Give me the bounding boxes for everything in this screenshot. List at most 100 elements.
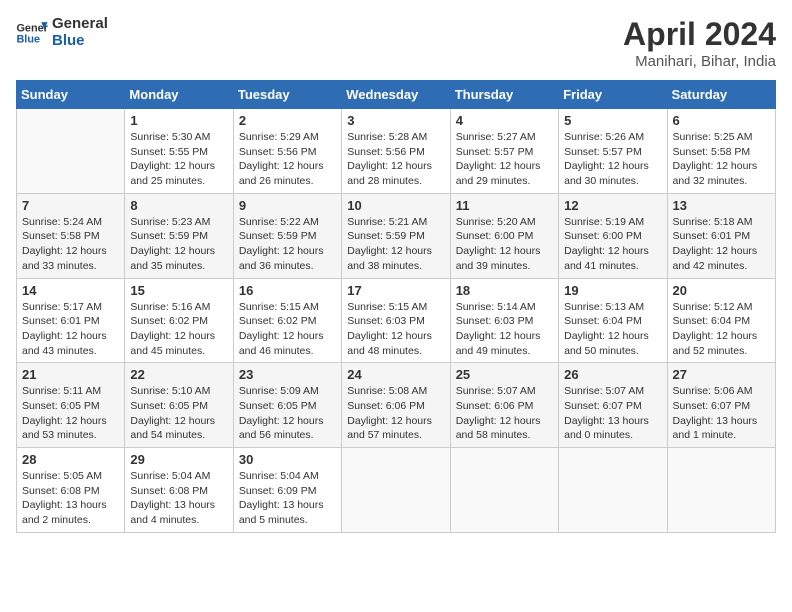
- day-number: 20: [673, 283, 770, 298]
- day-info: Sunrise: 5:19 AM Sunset: 6:00 PM Dayligh…: [564, 215, 661, 274]
- day-info: Sunrise: 5:15 AM Sunset: 6:02 PM Dayligh…: [239, 300, 336, 359]
- day-number: 26: [564, 367, 661, 382]
- weekday-header-friday: Friday: [559, 81, 667, 109]
- calendar-cell: 17 Sunrise: 5:15 AM Sunset: 6:03 PM Dayli…: [342, 278, 450, 363]
- weekday-header-sunday: Sunday: [17, 81, 125, 109]
- calendar-cell: 22 Sunrise: 5:10 AM Sunset: 6:05 PM Dayli…: [125, 363, 233, 448]
- day-info: Sunrise: 5:17 AM Sunset: 6:01 PM Dayligh…: [22, 300, 119, 359]
- day-number: 21: [22, 367, 119, 382]
- day-info: Sunrise: 5:04 AM Sunset: 6:09 PM Dayligh…: [239, 469, 336, 528]
- calendar-cell: 9 Sunrise: 5:22 AM Sunset: 5:59 PM Daylig…: [233, 193, 341, 278]
- calendar-week-row: 1 Sunrise: 5:30 AM Sunset: 5:55 PM Daylig…: [17, 109, 776, 194]
- day-info: Sunrise: 5:23 AM Sunset: 5:59 PM Dayligh…: [130, 215, 227, 274]
- calendar-week-row: 14 Sunrise: 5:17 AM Sunset: 6:01 PM Dayli…: [17, 278, 776, 363]
- calendar-cell: 21 Sunrise: 5:11 AM Sunset: 6:05 PM Dayli…: [17, 363, 125, 448]
- day-number: 30: [239, 452, 336, 467]
- day-number: 17: [347, 283, 444, 298]
- calendar-cell: 11 Sunrise: 5:20 AM Sunset: 6:00 PM Dayli…: [450, 193, 558, 278]
- calendar-cell: [342, 448, 450, 533]
- day-info: Sunrise: 5:30 AM Sunset: 5:55 PM Dayligh…: [130, 130, 227, 189]
- calendar-cell: [17, 109, 125, 194]
- calendar-cell: 23 Sunrise: 5:09 AM Sunset: 6:05 PM Dayli…: [233, 363, 341, 448]
- weekday-header-wednesday: Wednesday: [342, 81, 450, 109]
- calendar-cell: 24 Sunrise: 5:08 AM Sunset: 6:06 PM Dayli…: [342, 363, 450, 448]
- month-title: April 2024: [623, 16, 776, 53]
- day-info: Sunrise: 5:25 AM Sunset: 5:58 PM Dayligh…: [673, 130, 770, 189]
- day-info: Sunrise: 5:15 AM Sunset: 6:03 PM Dayligh…: [347, 300, 444, 359]
- logo-text-blue: Blue: [52, 33, 108, 50]
- day-number: 6: [673, 113, 770, 128]
- day-number: 3: [347, 113, 444, 128]
- day-info: Sunrise: 5:28 AM Sunset: 5:56 PM Dayligh…: [347, 130, 444, 189]
- day-number: 14: [22, 283, 119, 298]
- calendar-week-row: 7Sunrise: 5:24 AM Sunset: 5:58 PM Daylig…: [17, 193, 776, 278]
- day-number: 23: [239, 367, 336, 382]
- day-info: Sunrise: 5:08 AM Sunset: 6:06 PM Dayligh…: [347, 384, 444, 443]
- day-info: Sunrise: 5:22 AM Sunset: 5:59 PM Dayligh…: [239, 215, 336, 274]
- page-header: General Blue General Blue April 2024 Man…: [16, 16, 776, 70]
- day-number: 9: [239, 198, 336, 213]
- day-number: 16: [239, 283, 336, 298]
- calendar-cell: 26 Sunrise: 5:07 AM Sunset: 6:07 PM Dayli…: [559, 363, 667, 448]
- day-number: 19: [564, 283, 661, 298]
- day-number: 11: [456, 198, 553, 213]
- logo: General Blue General Blue: [16, 16, 108, 49]
- day-number: 22: [130, 367, 227, 382]
- svg-text:Blue: Blue: [16, 33, 40, 45]
- day-number: 15: [130, 283, 227, 298]
- calendar-cell: [667, 448, 775, 533]
- calendar-cell: 28 Sunrise: 5:05 AM Sunset: 6:08 PM Dayli…: [17, 448, 125, 533]
- day-number: 24: [347, 367, 444, 382]
- day-info: Sunrise: 5:27 AM Sunset: 5:57 PM Dayligh…: [456, 130, 553, 189]
- day-number: 2: [239, 113, 336, 128]
- calendar-cell: [559, 448, 667, 533]
- calendar-cell: 25Sunrise: 5:07 AM Sunset: 6:06 PM Dayli…: [450, 363, 558, 448]
- weekday-header-saturday: Saturday: [667, 81, 775, 109]
- day-number: 1: [130, 113, 227, 128]
- day-info: Sunrise: 5:10 AM Sunset: 6:05 PM Dayligh…: [130, 384, 227, 443]
- day-info: Sunrise: 5:12 AM Sunset: 6:04 PM Dayligh…: [673, 300, 770, 359]
- day-info: Sunrise: 5:13 AM Sunset: 6:04 PM Dayligh…: [564, 300, 661, 359]
- logo-icon: General Blue: [16, 19, 48, 47]
- day-number: 13: [673, 198, 770, 213]
- calendar-cell: 30 Sunrise: 5:04 AM Sunset: 6:09 PM Dayli…: [233, 448, 341, 533]
- day-number: 5: [564, 113, 661, 128]
- day-number: 8: [130, 198, 227, 213]
- location-subtitle: Manihari, Bihar, India: [623, 53, 776, 70]
- calendar-cell: 19 Sunrise: 5:13 AM Sunset: 6:04 PM Dayli…: [559, 278, 667, 363]
- calendar-cell: 2 Sunrise: 5:29 AM Sunset: 5:56 PM Daylig…: [233, 109, 341, 194]
- day-number: 18: [456, 283, 553, 298]
- calendar-week-row: 21 Sunrise: 5:11 AM Sunset: 6:05 PM Dayli…: [17, 363, 776, 448]
- calendar-cell: 27 Sunrise: 5:06 AM Sunset: 6:07 PM Dayli…: [667, 363, 775, 448]
- calendar-cell: 8 Sunrise: 5:23 AM Sunset: 5:59 PM Daylig…: [125, 193, 233, 278]
- day-info: Sunrise: 5:07 AM Sunset: 6:07 PM Dayligh…: [564, 384, 661, 443]
- calendar-table: SundayMondayTuesdayWednesdayThursdayFrid…: [16, 80, 776, 533]
- calendar-cell: 29Sunrise: 5:04 AM Sunset: 6:08 PM Dayli…: [125, 448, 233, 533]
- day-number: 27: [673, 367, 770, 382]
- day-info: Sunrise: 5:11 AM Sunset: 6:05 PM Dayligh…: [22, 384, 119, 443]
- day-info: Sunrise: 5:26 AM Sunset: 5:57 PM Dayligh…: [564, 130, 661, 189]
- calendar-cell: 7Sunrise: 5:24 AM Sunset: 5:58 PM Daylig…: [17, 193, 125, 278]
- day-number: 4: [456, 113, 553, 128]
- weekday-header-monday: Monday: [125, 81, 233, 109]
- calendar-cell: 12 Sunrise: 5:19 AM Sunset: 6:00 PM Dayli…: [559, 193, 667, 278]
- weekday-header-row: SundayMondayTuesdayWednesdayThursdayFrid…: [17, 81, 776, 109]
- day-info: Sunrise: 5:09 AM Sunset: 6:05 PM Dayligh…: [239, 384, 336, 443]
- day-info: Sunrise: 5:06 AM Sunset: 6:07 PM Dayligh…: [673, 384, 770, 443]
- day-number: 28: [22, 452, 119, 467]
- day-number: 10: [347, 198, 444, 213]
- day-info: Sunrise: 5:05 AM Sunset: 6:08 PM Dayligh…: [22, 469, 119, 528]
- day-info: Sunrise: 5:21 AM Sunset: 5:59 PM Dayligh…: [347, 215, 444, 274]
- day-info: Sunrise: 5:24 AM Sunset: 5:58 PM Dayligh…: [22, 215, 119, 274]
- calendar-cell: 15Sunrise: 5:16 AM Sunset: 6:02 PM Dayli…: [125, 278, 233, 363]
- day-number: 29: [130, 452, 227, 467]
- day-info: Sunrise: 5:20 AM Sunset: 6:00 PM Dayligh…: [456, 215, 553, 274]
- calendar-cell: 20 Sunrise: 5:12 AM Sunset: 6:04 PM Dayli…: [667, 278, 775, 363]
- calendar-cell: [450, 448, 558, 533]
- calendar-cell: 6 Sunrise: 5:25 AM Sunset: 5:58 PM Daylig…: [667, 109, 775, 194]
- calendar-cell: 16 Sunrise: 5:15 AM Sunset: 6:02 PM Dayli…: [233, 278, 341, 363]
- day-info: Sunrise: 5:18 AM Sunset: 6:01 PM Dayligh…: [673, 215, 770, 274]
- day-info: Sunrise: 5:29 AM Sunset: 5:56 PM Dayligh…: [239, 130, 336, 189]
- calendar-cell: 18Sunrise: 5:14 AM Sunset: 6:03 PM Dayli…: [450, 278, 558, 363]
- day-number: 12: [564, 198, 661, 213]
